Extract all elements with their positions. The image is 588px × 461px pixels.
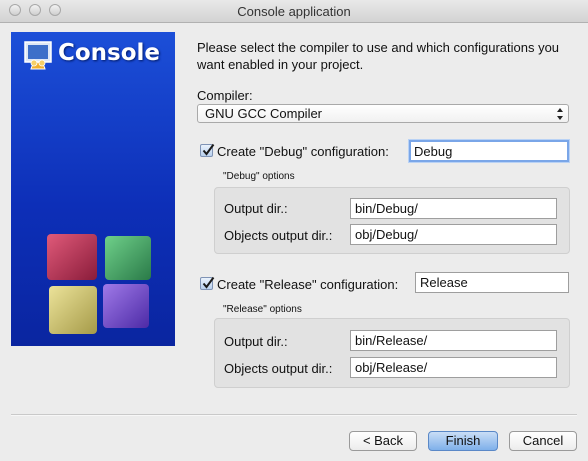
compiler-select[interactable]: GNU GCC Compiler	[197, 104, 569, 123]
window-title: Console application	[237, 4, 351, 19]
compiler-select-value: GNU GCC Compiler	[205, 106, 323, 121]
banner-title: Console	[58, 40, 161, 66]
debug-output-dir-input[interactable]	[350, 198, 557, 219]
debug-output-dir-label: Output dir.:	[224, 201, 288, 216]
release-checkbox[interactable]	[200, 276, 215, 290]
debug-checkbox-label: Create "Debug" configuration:	[217, 144, 389, 159]
title-bar: Console application	[0, 0, 588, 23]
debug-checkbox[interactable]	[200, 143, 215, 157]
finish-button[interactable]: Finish	[428, 431, 498, 451]
cancel-button[interactable]: Cancel	[509, 431, 577, 451]
code-blocks-cubes-logo	[47, 234, 151, 334]
debug-name-input[interactable]	[409, 140, 569, 162]
release-checkbox-label: Create "Release" configuration:	[217, 277, 399, 292]
compiler-label: Compiler:	[197, 88, 253, 103]
wizard-banner: Console	[11, 32, 175, 346]
button-separator	[11, 414, 577, 416]
console-application-dialog: Console application Console Please selec…	[0, 0, 588, 461]
back-button[interactable]: < Back	[349, 431, 417, 451]
console-logo-icon	[24, 41, 52, 70]
release-objects-dir-input[interactable]	[350, 357, 557, 378]
release-name-input[interactable]	[415, 272, 569, 293]
release-options-label: "Release" options	[223, 304, 302, 315]
debug-objects-dir-input[interactable]	[350, 224, 557, 245]
intro-text: Please select the compiler to use and wh…	[197, 40, 560, 72]
release-output-dir-input[interactable]	[350, 330, 557, 351]
checkmark-icon	[202, 276, 215, 289]
debug-options-label: "Debug" options	[223, 171, 295, 182]
release-output-dir-label: Output dir.:	[224, 334, 288, 349]
checkmark-icon	[202, 143, 215, 156]
debug-objects-dir-label: Objects output dir.:	[224, 228, 333, 243]
release-objects-dir-label: Objects output dir.:	[224, 361, 333, 376]
select-arrows-icon	[557, 108, 563, 120]
